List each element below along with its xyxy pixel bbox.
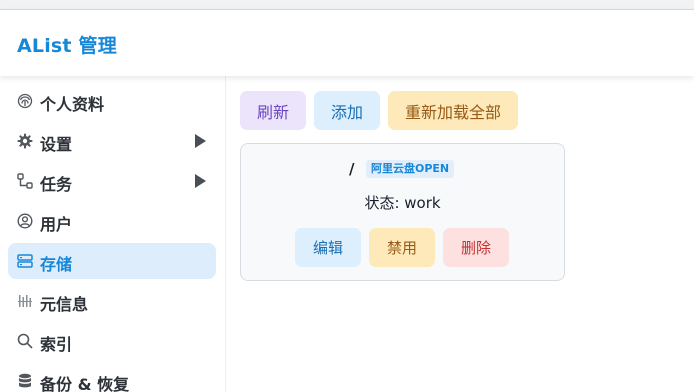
sidebar-item-storage[interactable]: 存储 — [8, 243, 216, 279]
sidebar: 个人资料 设置 任务 用户 存储 元信息 索引 备份 & 恢复 — [0, 76, 226, 392]
app-header: AList 管理 — [0, 10, 694, 76]
sidebar-item-label: 存储 — [40, 255, 73, 274]
app-title[interactable]: AList 管理 — [17, 31, 117, 58]
database-icon — [16, 372, 34, 390]
sidebar-item-label: 个人资料 — [40, 95, 105, 114]
browser-top-strip — [0, 0, 694, 10]
sidebar-item-index[interactable]: 索引 — [8, 323, 216, 359]
sidebar-item-label: 设置 — [40, 135, 73, 154]
refresh-button[interactable]: 刷新 — [240, 91, 306, 130]
sidebar-item-metadata[interactable]: 元信息 — [8, 283, 216, 319]
fingerprint-icon — [16, 92, 34, 110]
sidebar-item-backup-restore[interactable]: 备份 & 恢复 — [8, 363, 216, 392]
storage-mount-path: / — [349, 160, 355, 178]
storage-status: 状态: work — [364, 194, 441, 212]
add-button[interactable]: 添加 — [314, 91, 380, 130]
disable-button[interactable]: 禁用 — [369, 228, 435, 267]
sidebar-item-settings[interactable]: 设置 — [8, 123, 216, 159]
storage-card: / 阿里云盘OPEN 状态: work 编辑 禁用 删除 — [240, 143, 565, 281]
sidebar-item-tasks[interactable]: 任务 — [8, 163, 216, 199]
sidebar-item-users[interactable]: 用户 — [8, 203, 216, 239]
sidebar-item-label: 索引 — [40, 335, 73, 354]
sidebar-item-label: 用户 — [40, 215, 73, 234]
user-circle-icon — [16, 212, 34, 230]
caret-right-icon[interactable] — [195, 134, 206, 148]
delete-button[interactable]: 删除 — [443, 228, 509, 267]
gear-icon — [16, 132, 34, 150]
sidebar-item-label: 任务 — [40, 175, 73, 194]
reload-all-button[interactable]: 重新加载全部 — [388, 91, 518, 130]
edit-button[interactable]: 编辑 — [295, 228, 361, 267]
task-flow-icon — [16, 172, 34, 190]
metadata-icon — [16, 292, 34, 310]
sidebar-item-label: 元信息 — [40, 295, 89, 314]
search-icon — [16, 332, 34, 350]
storage-driver-badge: 阿里云盘OPEN — [366, 160, 455, 178]
sidebar-item-label: 备份 & 恢复 — [40, 375, 130, 392]
main-content: 刷新 添加 重新加载全部 / 阿里云盘OPEN 状态: work 编辑 禁用 删… — [226, 76, 694, 392]
sidebar-item-profile[interactable]: 个人资料 — [8, 83, 216, 119]
caret-right-icon[interactable] — [195, 174, 206, 188]
storage-icon — [16, 252, 34, 270]
